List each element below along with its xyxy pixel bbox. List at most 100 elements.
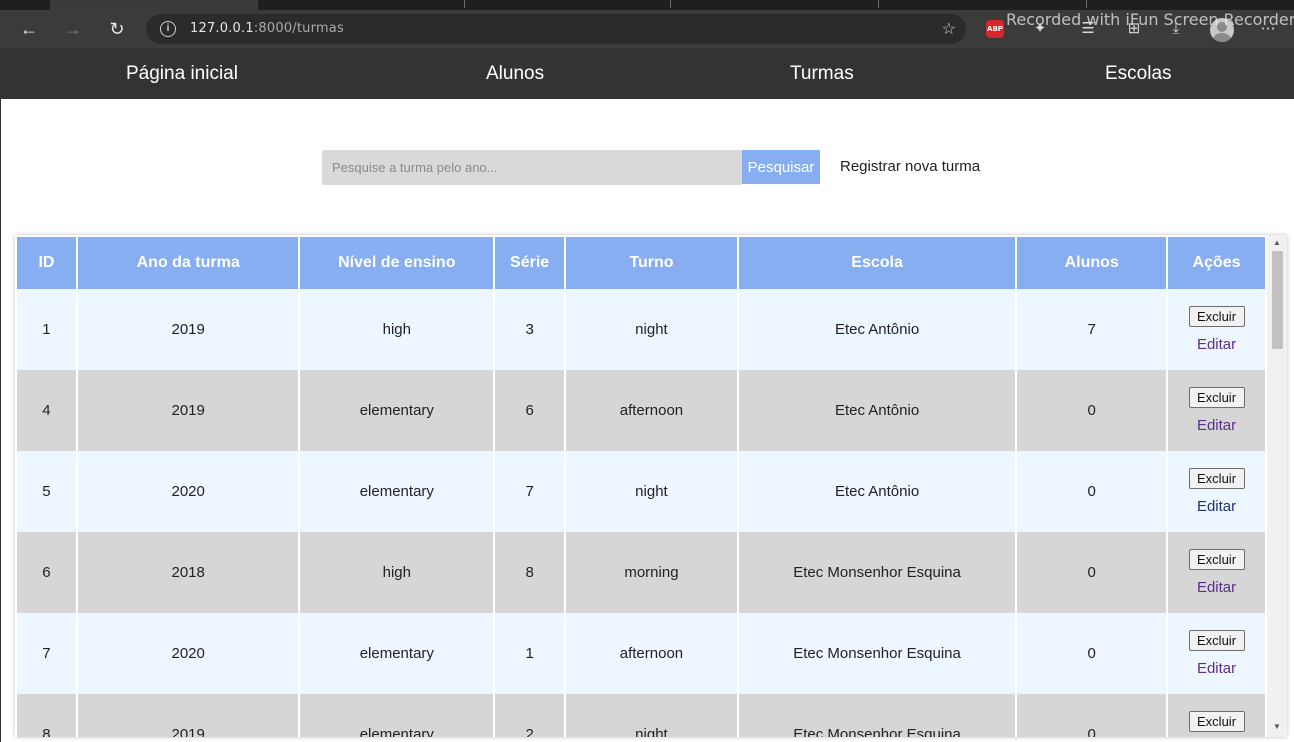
- tab-separator: [464, 0, 465, 8]
- table-row: 5 2020 elementary 7 night Etec Antônio 0…: [15, 451, 1267, 532]
- scroll-thumb[interactable]: [1272, 251, 1283, 349]
- delete-button[interactable]: Excluir: [1188, 387, 1245, 408]
- cell-students: 7: [1015, 289, 1169, 370]
- cell-grade: 8: [493, 532, 567, 613]
- cell-school: Etec Monsenhor Esquina: [736, 532, 1018, 613]
- table-row: 8 2019 elementary 2 night Etec Monsenhor…: [15, 694, 1267, 737]
- header-year: Ano da turma: [75, 235, 301, 289]
- delete-button[interactable]: Excluir: [1188, 711, 1245, 732]
- edit-link[interactable]: Editar: [1168, 336, 1265, 353]
- cell-level: elementary: [298, 613, 496, 694]
- header-actions: Ações: [1166, 235, 1267, 289]
- cell-id: 8: [15, 694, 78, 737]
- cell-school: Etec Antônio: [736, 289, 1018, 370]
- adblock-plus-icon[interactable]: ABP: [986, 20, 1004, 38]
- cell-shift: night: [564, 694, 739, 737]
- info-icon[interactable]: i: [160, 21, 176, 37]
- cell-year: 2019: [75, 289, 301, 370]
- search-button[interactable]: Pesquisar: [742, 150, 820, 184]
- cell-shift: afternoon: [564, 613, 739, 694]
- nav-link-students[interactable]: Alunos: [486, 63, 544, 85]
- forward-arrow-icon[interactable]: →: [62, 18, 84, 40]
- cell-level: elementary: [298, 370, 496, 451]
- cell-school: Etec Antônio: [736, 451, 1018, 532]
- table-row: 4 2019 elementary 6 afternoon Etec Antôn…: [15, 370, 1267, 451]
- scroll-down-arrow-icon[interactable]: ▼: [1267, 721, 1287, 733]
- cell-shift: afternoon: [564, 370, 739, 451]
- favorites-add-icon[interactable]: ☆: [942, 19, 956, 39]
- browser-active-tab[interactable]: [50, 0, 258, 10]
- cell-year: 2020: [75, 451, 301, 532]
- edit-link[interactable]: Editar: [1168, 417, 1265, 434]
- cell-actions: Excluir Editar: [1166, 289, 1267, 370]
- cell-level: high: [298, 532, 496, 613]
- cell-id: 4: [15, 370, 78, 451]
- cell-grade: 3: [493, 289, 567, 370]
- cell-grade: 2: [493, 694, 567, 737]
- cell-id: 7: [15, 613, 78, 694]
- cell-students: 0: [1015, 370, 1169, 451]
- delete-button[interactable]: Excluir: [1188, 306, 1245, 327]
- table-row: 1 2019 high 3 night Etec Antônio 7 Exclu…: [15, 289, 1267, 370]
- cell-students: 0: [1015, 451, 1169, 532]
- cell-actions: Excluir Editar: [1166, 370, 1267, 451]
- cell-grade: 6: [493, 370, 567, 451]
- cell-level: elementary: [298, 451, 496, 532]
- edit-link[interactable]: Editar: [1168, 498, 1265, 515]
- table-header-row: ID Ano da turma Nível de ensino Série Tu…: [15, 235, 1267, 289]
- url-path: :8000/turmas: [253, 21, 344, 36]
- header-students: Alunos: [1015, 235, 1169, 289]
- classes-table: ID Ano da turma Nível de ensino Série Tu…: [15, 235, 1267, 737]
- tab-separator: [670, 0, 671, 8]
- delete-button[interactable]: Excluir: [1188, 549, 1245, 570]
- delete-button[interactable]: Excluir: [1188, 468, 1245, 489]
- site-navbar: Página inicial Alunos Turmas Escolas: [1, 48, 1294, 99]
- nav-link-schools[interactable]: Escolas: [1105, 63, 1172, 85]
- cell-students: 0: [1015, 613, 1169, 694]
- header-school: Escola: [736, 235, 1018, 289]
- cell-students: 0: [1015, 532, 1169, 613]
- classes-table-container: ID Ano da turma Nível de ensino Série Tu…: [15, 235, 1287, 737]
- table-row: 6 2018 high 8 morning Etec Monsenhor Esq…: [15, 532, 1267, 613]
- cell-shift: night: [564, 289, 739, 370]
- header-shift: Turno: [564, 235, 739, 289]
- tab-separator: [878, 0, 879, 8]
- edit-link[interactable]: Editar: [1168, 660, 1265, 677]
- browser-tab-strip: [0, 0, 1294, 10]
- cell-actions: Excluir Editar: [1166, 451, 1267, 532]
- cell-school: Etec Monsenhor Esquina: [736, 613, 1018, 694]
- url-host: 127.0.0.1: [190, 21, 254, 36]
- table-scrollbar[interactable]: ▲ ▼: [1267, 235, 1287, 737]
- cell-actions: Excluir Editar: [1166, 532, 1267, 613]
- header-id: ID: [15, 235, 78, 289]
- cell-shift: morning: [564, 532, 739, 613]
- scroll-up-arrow-icon[interactable]: ▲: [1267, 237, 1287, 249]
- cell-school: Etec Monsenhor Esquina: [736, 694, 1018, 737]
- delete-button[interactable]: Excluir: [1188, 630, 1245, 651]
- cell-level: elementary: [298, 694, 496, 737]
- cell-school: Etec Antônio: [736, 370, 1018, 451]
- reload-icon[interactable]: ↻: [106, 18, 128, 40]
- address-bar[interactable]: i 127.0.0.1:8000/turmas ☆: [146, 14, 966, 44]
- cell-actions: ExcluirEditar: [1166, 694, 1267, 737]
- cell-year: 2020: [75, 613, 301, 694]
- search-input[interactable]: [322, 150, 742, 185]
- tab-separator: [1086, 0, 1087, 8]
- cell-id: 6: [15, 532, 78, 613]
- header-level: Nível de ensino: [298, 235, 496, 289]
- cell-shift: night: [564, 451, 739, 532]
- cell-year: 2019: [75, 370, 301, 451]
- nav-link-classes[interactable]: Turmas: [790, 63, 854, 85]
- url-text[interactable]: 127.0.0.1:8000/turmas: [190, 21, 344, 36]
- cell-actions: Excluir Editar: [1166, 613, 1267, 694]
- cell-grade: 7: [493, 451, 567, 532]
- header-grade: Série: [493, 235, 567, 289]
- register-class-link[interactable]: Registrar nova turma: [840, 158, 980, 175]
- back-arrow-icon[interactable]: ←: [18, 18, 40, 40]
- cell-id: 1: [15, 289, 78, 370]
- cell-id: 5: [15, 451, 78, 532]
- edit-link[interactable]: Editar: [1168, 579, 1265, 596]
- nav-link-home[interactable]: Página inicial: [126, 63, 238, 85]
- cell-year: 2018: [75, 532, 301, 613]
- cell-year: 2019: [75, 694, 301, 737]
